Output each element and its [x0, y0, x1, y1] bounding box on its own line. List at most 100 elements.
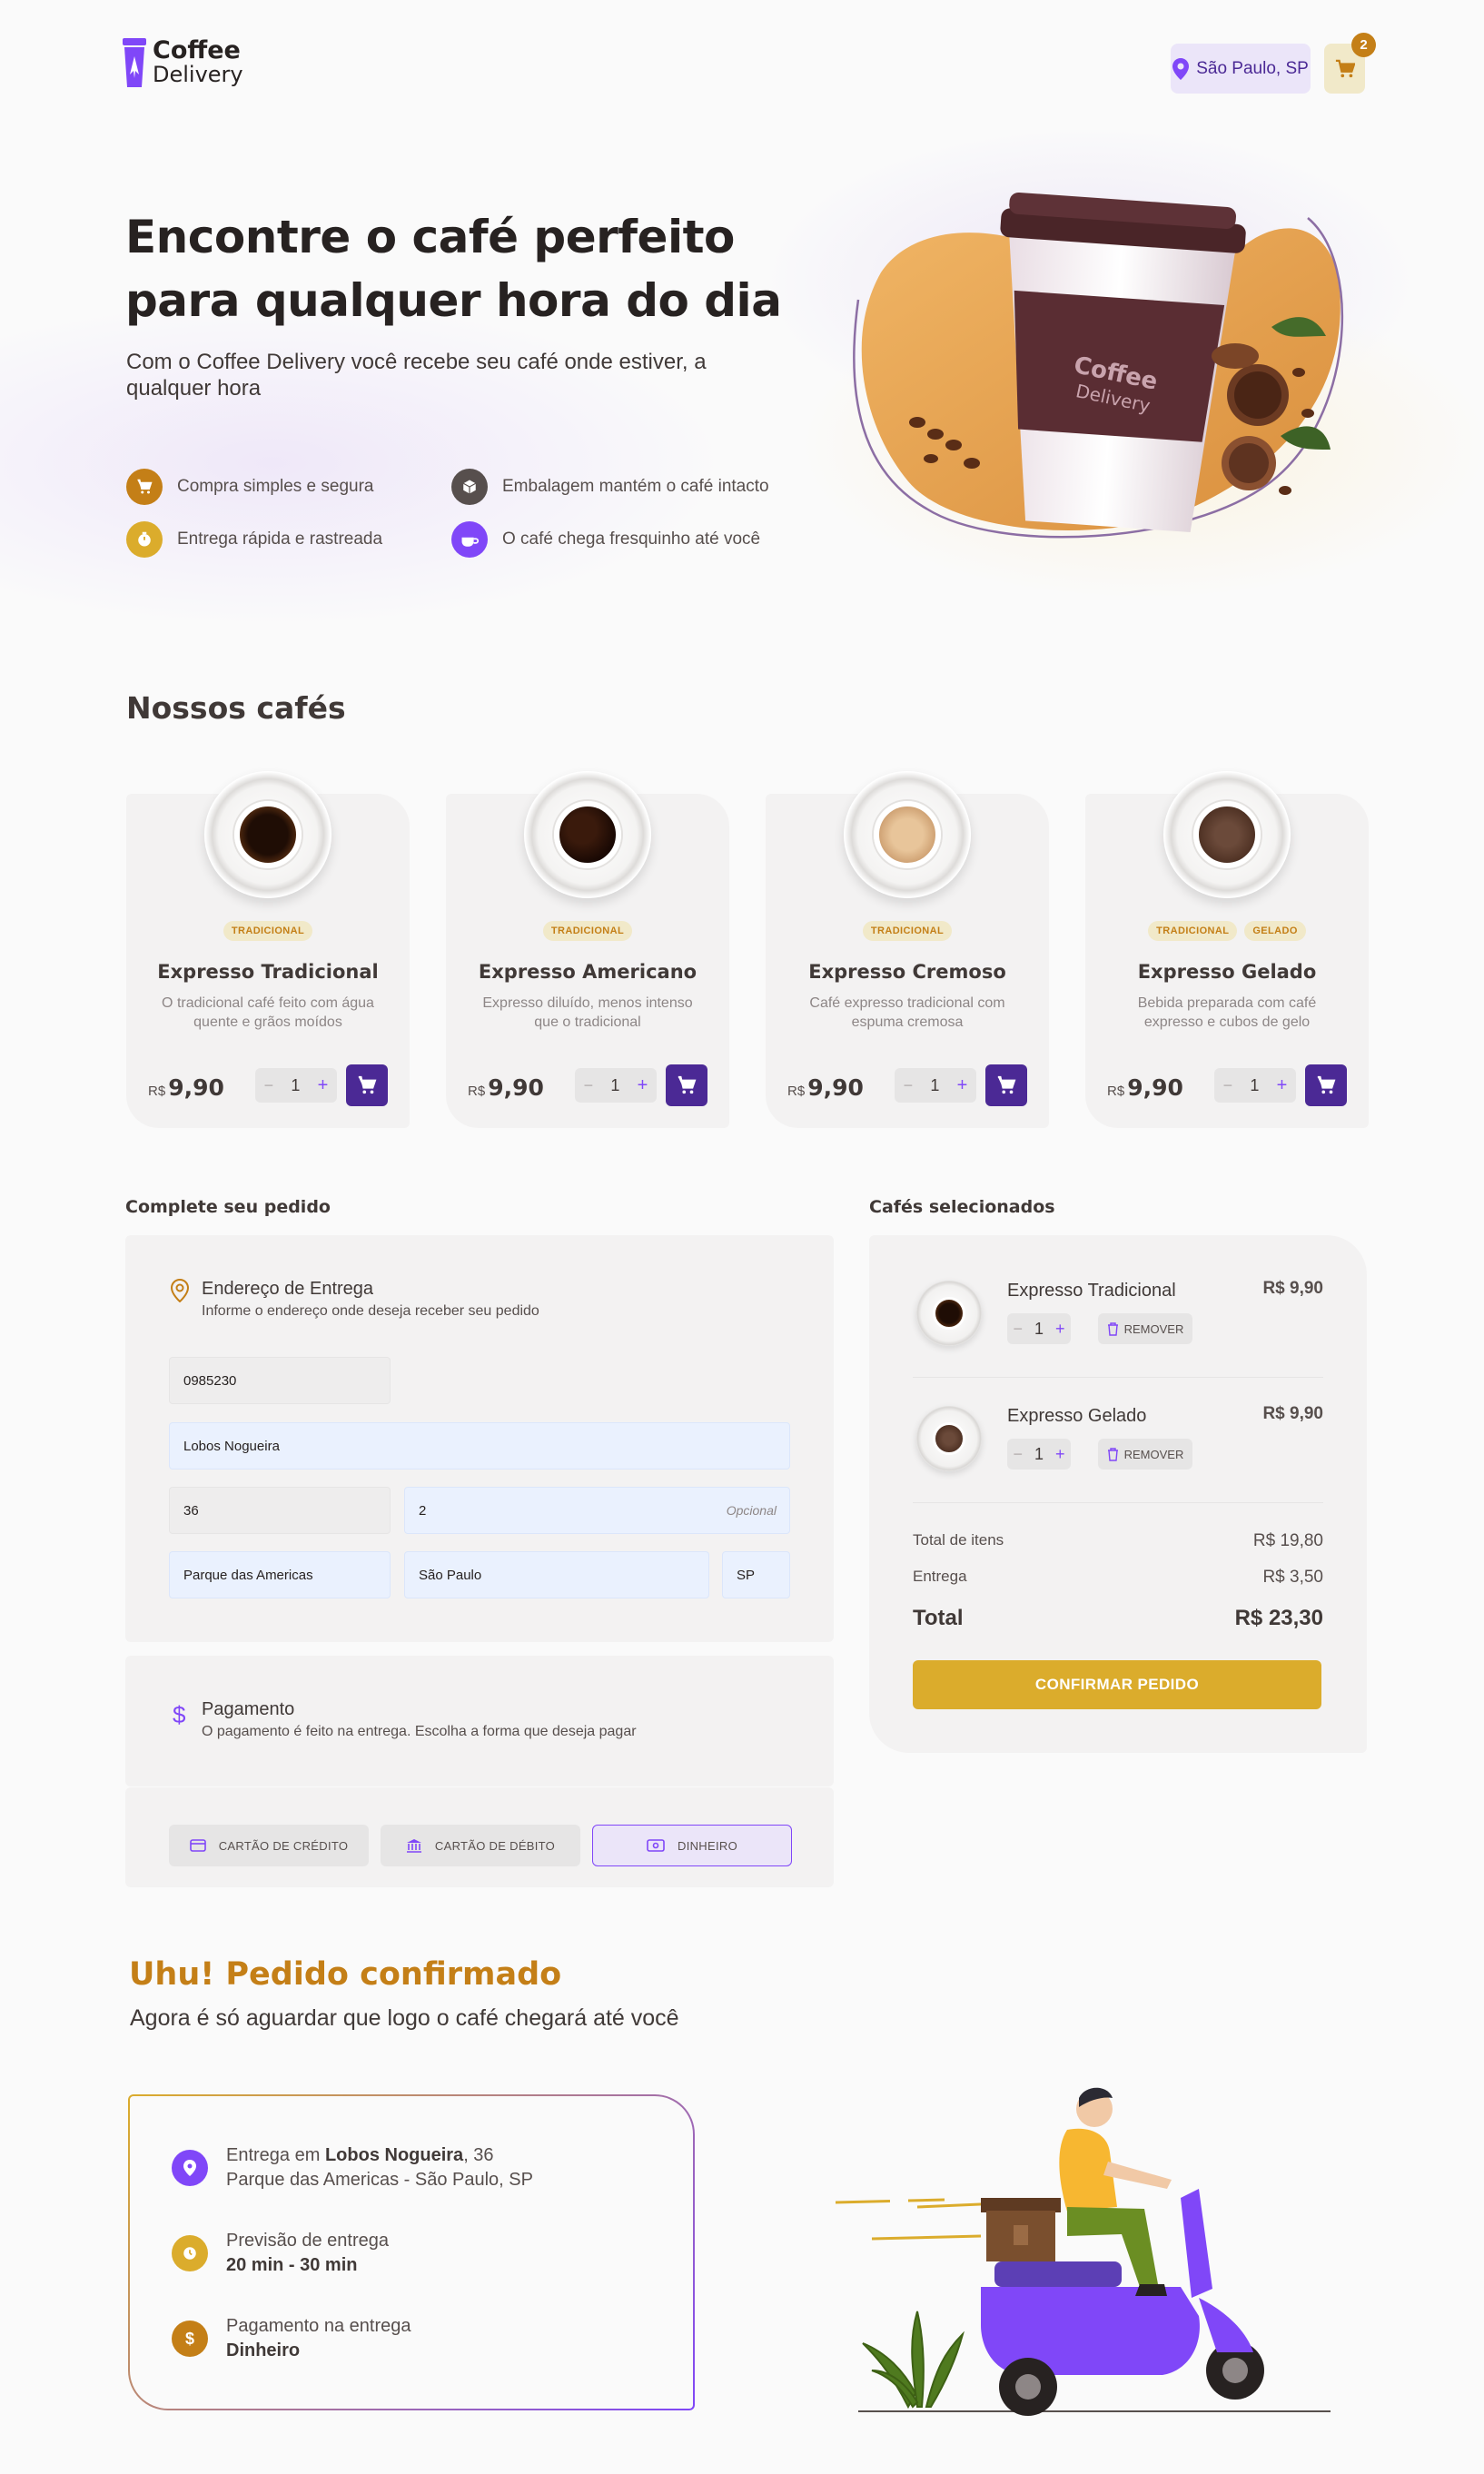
confirm-order-button[interactable]: CONFIRMAR PEDIDO	[913, 1660, 1321, 1709]
district-field[interactable]: Parque das Americas	[169, 1551, 391, 1598]
feature-label: Compra simples e segura	[177, 477, 374, 496]
cart-title: Cafés selecionados	[869, 1197, 1055, 1217]
remove-button[interactable]: REMOVER	[1098, 1313, 1192, 1344]
minus-button[interactable]: −	[1013, 1320, 1023, 1339]
currency-dollar-icon: $	[173, 1701, 186, 1728]
price-value: 9,90	[488, 1074, 544, 1101]
debit-card-label: CARTÃO DE DÉBITO	[434, 1838, 556, 1853]
quantity-stepper[interactable]: −1 +	[1214, 1068, 1296, 1103]
divider	[913, 1377, 1323, 1378]
coffee-card: TRADICIONAL GELADO Expresso Gelado Bebida…	[1085, 771, 1369, 1128]
feature-label: O café chega fresquinho até você	[502, 529, 761, 549]
tag-list: TRADICIONAL GELADO	[1085, 921, 1369, 941]
cash-label: DINHEIRO	[678, 1838, 737, 1853]
cash-option[interactable]: DINHEIRO	[592, 1825, 792, 1866]
cart-icon	[997, 1075, 1016, 1094]
coffee-price: R$ 9,90	[468, 1074, 544, 1101]
eta: Previsão de entrega 20 min - 30 min	[226, 2229, 389, 2278]
delivery-value: R$ 3,50	[1262, 1568, 1323, 1587]
order-summary-box: Entrega em Lobos Nogueira, 36 Parque das …	[128, 2094, 695, 2410]
minus-button[interactable]: −	[584, 1076, 594, 1095]
add-to-cart-button[interactable]	[346, 1064, 388, 1106]
uf-field[interactable]: SP	[722, 1551, 790, 1598]
remove-button[interactable]: REMOVER	[1098, 1439, 1192, 1470]
currency: R$	[787, 1084, 806, 1099]
coffee-card: TRADICIONAL Expresso Americano Expresso …	[446, 771, 729, 1128]
coffee-image	[916, 1281, 982, 1346]
coffee-name: Expresso Tradicional	[157, 961, 379, 983]
city-field[interactable]: São Paulo	[404, 1551, 709, 1598]
logo[interactable]: Coffee Delivery	[122, 36, 243, 89]
cep-field[interactable]: 0985230	[169, 1357, 391, 1404]
success-subtitle: Agora é só aguardar que logo o café cheg…	[130, 2005, 679, 2031]
plus-button[interactable]: +	[1277, 1075, 1288, 1096]
coffee-image	[916, 1406, 982, 1471]
coffee-card: TRADICIONAL Expresso Cremoso Café expres…	[766, 771, 1049, 1128]
coffee-image	[844, 771, 971, 898]
plus-button[interactable]: +	[638, 1075, 648, 1096]
minus-button[interactable]: −	[264, 1076, 274, 1095]
hero-coffee-image: Coffee Delivery	[853, 192, 1344, 539]
coffee-image	[524, 771, 651, 898]
price-value: 9,90	[168, 1074, 224, 1101]
plus-button[interactable]: +	[1055, 1320, 1065, 1339]
number-field[interactable]: 36	[169, 1487, 391, 1534]
complement-value: 2	[419, 1502, 427, 1519]
cart-icon	[1335, 59, 1355, 77]
address-panel: Endereço de Entrega Informe o endereço o…	[125, 1235, 834, 1642]
coffee-price: R$ 9,90	[787, 1074, 864, 1101]
coffee-image	[1163, 771, 1291, 898]
items-total-row: Total de itens R$ 19,80	[913, 1531, 1323, 1551]
plus-button[interactable]: +	[318, 1075, 329, 1096]
coffee-description: Expresso diluído, menos intenso que o tr…	[482, 995, 693, 1030]
coffee-price: R$ 9,90	[148, 1074, 224, 1101]
quantity-stepper[interactable]: −1 +	[1007, 1439, 1071, 1470]
feature-item: O café chega fresquinho até você	[451, 521, 760, 558]
minus-button[interactable]: −	[1223, 1076, 1233, 1095]
eta-value: 20 min - 30 min	[226, 2255, 358, 2275]
remove-label: REMOVER	[1123, 1447, 1184, 1461]
trash-icon	[1107, 1321, 1118, 1336]
delivery-line-2: Parque das Americas - São Paulo, SP	[226, 2170, 533, 2190]
delivery-label: Entrega	[913, 1568, 967, 1585]
plus-button[interactable]: +	[1055, 1445, 1065, 1464]
cart-icon	[126, 469, 163, 505]
money-icon	[647, 1839, 665, 1852]
street-field[interactable]: Lobos Nogueira	[169, 1422, 790, 1470]
cart-item-name: Expresso Gelado	[1007, 1406, 1147, 1426]
quantity-stepper[interactable]: −1 +	[575, 1068, 657, 1103]
success-title: Uhu! Pedido confirmado	[129, 1956, 562, 1993]
debit-card-option[interactable]: CARTÃO DE DÉBITO	[381, 1825, 580, 1866]
credit-card-option[interactable]: CARTÃO DE CRÉDITO	[169, 1825, 369, 1866]
hero-subtitle: Com o Coffee Delivery você recebe seu ca…	[126, 350, 707, 401]
quantity-stepper[interactable]: −1 +	[255, 1068, 337, 1103]
delivery-street: Lobos Nogueira	[324, 2145, 464, 2165]
cart-item-name: Expresso Tradicional	[1007, 1281, 1176, 1301]
feature-label: Embalagem mantém o café intacto	[502, 477, 769, 496]
quantity-stepper[interactable]: −1 +	[895, 1068, 976, 1103]
location-badge[interactable]: São Paulo, SP	[1171, 44, 1311, 94]
coffee-image	[204, 771, 331, 898]
delivery-number: , 36	[463, 2145, 494, 2165]
coffee-description: Café expresso tradicional com espuma cre…	[809, 995, 1005, 1030]
total-value: R$ 23,30	[1234, 1606, 1323, 1630]
tag: TRADICIONAL	[223, 921, 313, 941]
complement-field[interactable]: 2 Opcional	[404, 1487, 790, 1534]
add-to-cart-button[interactable]	[666, 1064, 707, 1106]
catalog-title: Nossos cafés	[126, 690, 346, 726]
quantity-stepper[interactable]: −1 +	[1007, 1313, 1071, 1344]
logo-text: Coffee Delivery	[153, 38, 243, 86]
total-row: Total R$ 23,30	[913, 1606, 1323, 1631]
plus-button[interactable]: +	[957, 1075, 968, 1096]
add-to-cart-button[interactable]	[1305, 1064, 1347, 1106]
delivery-prefix: Entrega em	[226, 2145, 325, 2165]
quantity-value: 1	[610, 1075, 620, 1094]
add-to-cart-button[interactable]	[985, 1064, 1027, 1106]
cart-icon	[678, 1075, 697, 1094]
feature-label: Entrega rápida e rastreada	[177, 529, 383, 549]
currency-dollar-icon: $	[172, 2321, 208, 2357]
minus-button[interactable]: −	[904, 1076, 914, 1095]
minus-button[interactable]: −	[1013, 1445, 1023, 1464]
delivery-row: Entrega R$ 3,50	[913, 1568, 1323, 1588]
address-title: Endereço de Entrega	[202, 1279, 374, 1299]
